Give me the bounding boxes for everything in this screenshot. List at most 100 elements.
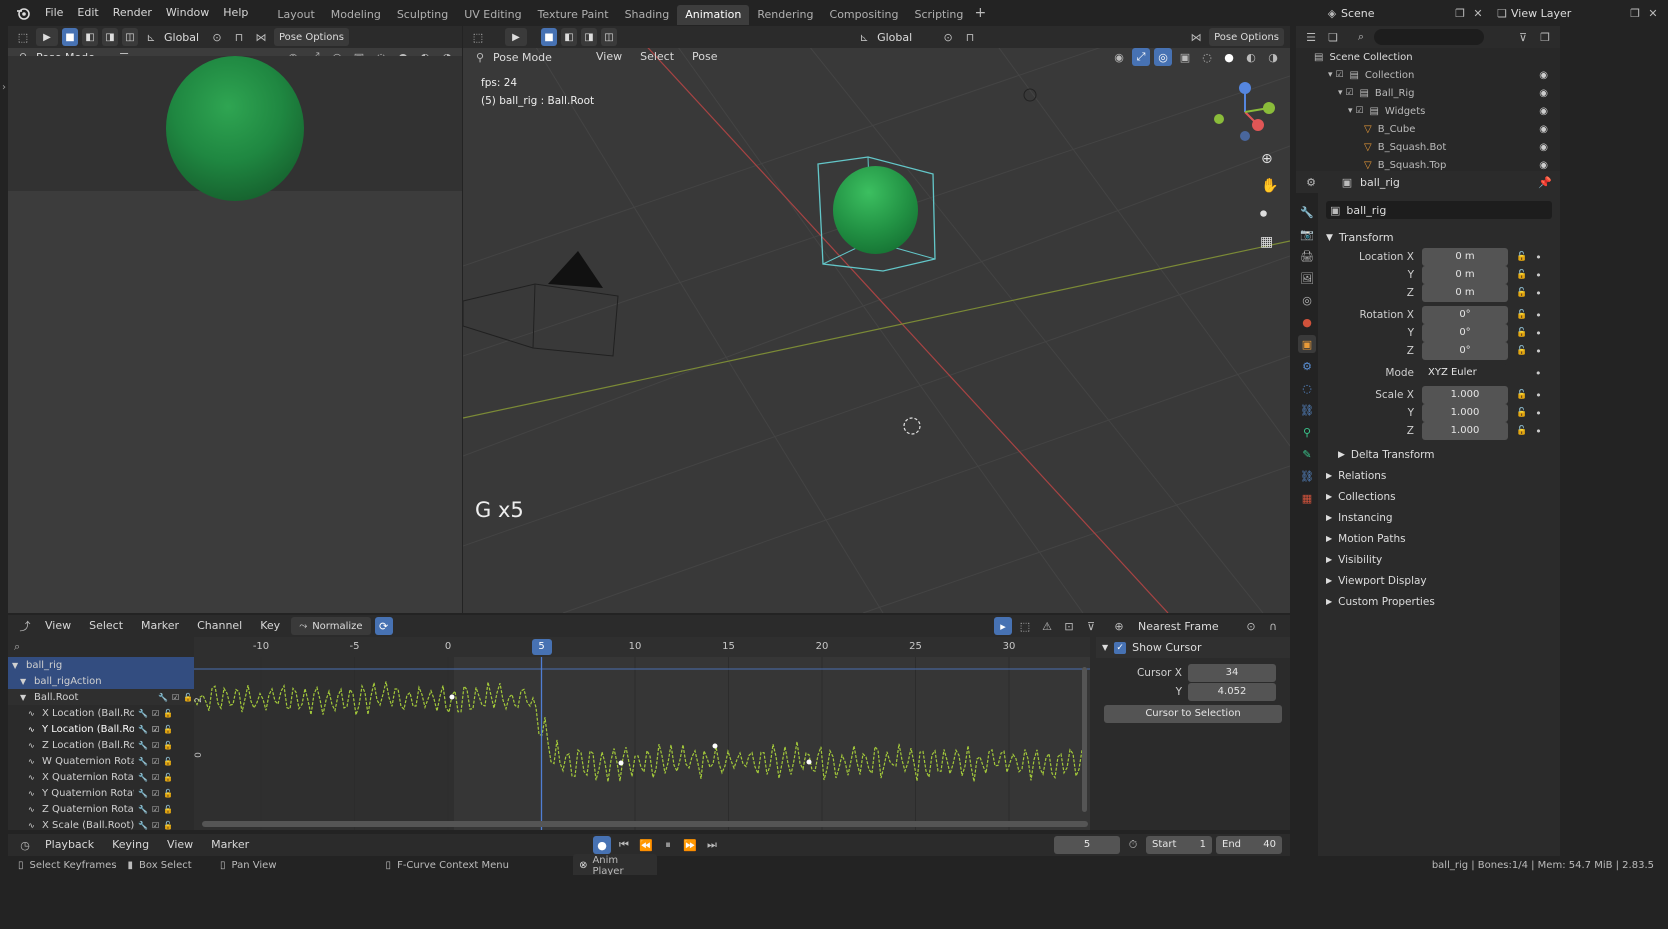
only-selected-icon[interactable]: ▸ [994,617,1012,635]
channel-row[interactable]: ▼ ball_rigAction [8,673,194,689]
tab-scripting[interactable]: Scripting [906,5,971,25]
outliner-search-input[interactable] [1374,29,1484,45]
new-view-layer-icon[interactable]: ❐ [1626,4,1644,22]
cursor-to-selection-button[interactable]: Cursor to Selection [1104,705,1282,723]
object-name-field[interactable]: ▣ ball_rig [1326,201,1552,219]
pause-icon[interactable]: ⏸ [659,836,677,854]
only-errors-icon[interactable]: ⚠ [1038,617,1056,635]
fcurve-icon[interactable]: ∿ [28,805,38,814]
checkbox-icon[interactable]: ☑ [152,805,159,814]
gizmo-icon[interactable]: ⤢ [1132,48,1150,66]
jump-prev-key-icon[interactable]: ⏪ [637,836,655,854]
lock-icon[interactable]: 🔓 [1516,288,1527,298]
lock-icon[interactable]: 🔓 [163,757,173,766]
select-mode-new-icon[interactable]: ■ [62,28,78,46]
new-scene-icon[interactable]: ❐ [1451,4,1469,22]
menu-render[interactable]: Render [106,0,159,26]
mirror-icon[interactable]: ⋈ [252,28,270,46]
select-mode-extend-icon[interactable]: ◧ [82,28,98,46]
channel-row[interactable]: ∿ Z Location (Ball.Root) 🔧 ☑ 🔓 [8,737,194,753]
lock-icon[interactable]: 🔓 [1516,346,1527,356]
transform-panel-header[interactable]: ▼ Transform [1326,227,1556,248]
output-tab-icon[interactable]: 🖨 [1298,247,1316,265]
timeline-editor-type-icon[interactable]: ◷ [16,836,34,854]
fcurve-icon[interactable]: ∿ [28,725,38,734]
cursor-x-field[interactable]: 34 [1188,664,1276,682]
show-cursor-checkbox[interactable]: ✓ [1114,641,1127,654]
snap-icon[interactable]: ⊓ [230,28,248,46]
select-mode-subtract-icon[interactable]: ◨ [102,28,118,46]
lock-icon[interactable]: 🔓 [1516,252,1527,262]
camera-view-icon[interactable]: ⏺ [1260,206,1267,222]
checkbox-icon[interactable]: ☑ [152,741,159,750]
graph-editor-type-icon[interactable]: ⤴ [16,617,34,635]
lock-icon[interactable]: 🔓 [1516,328,1527,338]
menu-pose[interactable]: Pose [685,48,724,66]
menu-channel[interactable]: Channel [190,613,249,639]
lock-icon[interactable]: 🔓 [163,741,173,750]
camera-collapse-icon[interactable]: › [2,82,6,93]
panel-viewport-display[interactable]: ▶ Viewport Display [1326,570,1556,591]
scale-z-field[interactable]: 1.000 [1422,422,1508,440]
keyframe-dot-icon[interactable]: • [1535,287,1542,300]
physics-tab-icon[interactable]: ◌ [1298,379,1316,397]
fcurve-icon[interactable]: ∿ [28,773,38,782]
rotation-z-field[interactable]: 0° [1422,342,1508,360]
end-frame-field[interactable]: End 40 [1216,836,1282,854]
select-mode-invert-icon[interactable]: ◫ [122,28,138,46]
scene-name[interactable]: Scene [1341,7,1451,20]
jump-end-icon[interactable]: ⏭ [703,836,721,854]
visibility-icon[interactable]: ◉ [1110,48,1128,66]
transform-orientation-value[interactable]: Global [164,31,204,44]
frame-ruler[interactable]: -10-5051015202530355 [194,637,1090,657]
modifier-tab-icon[interactable]: ⚙ [1298,357,1316,375]
current-frame-field[interactable]: 5 [1054,836,1120,854]
transform-orientation-value[interactable]: Global [877,31,935,44]
texture-tab-icon[interactable]: ▦ [1298,489,1316,507]
wrench-icon[interactable]: 🔧 [138,789,148,798]
pose-options-button[interactable]: Pose Options [274,28,349,46]
delta-transform-header[interactable]: ▶ Delta Transform [1326,444,1556,465]
lock-icon[interactable]: 🔓 [183,693,193,702]
channel-row[interactable]: ▼ Ball.Root 🔧 ☑ 🔓 [8,689,194,705]
tab-sculpting[interactable]: Sculpting [389,5,456,25]
select-tool-icon[interactable]: ▶ [505,28,527,46]
menu-key[interactable]: Key [253,613,287,639]
bone-tab-icon[interactable]: ✎ [1298,445,1316,463]
panel-relations[interactable]: ▶ Relations [1326,465,1556,486]
solid-shading-icon[interactable]: ● [1220,48,1238,66]
select-mode-new-icon[interactable]: ■ [541,28,557,46]
view-layer-name[interactable]: View Layer [1511,7,1626,20]
new-collection-icon[interactable]: ❐ [1536,28,1554,46]
rotation-y-field[interactable]: 0° [1422,324,1508,342]
channel-search[interactable]: ⌕ [8,637,194,657]
panel-custom-properties[interactable]: ▶ Custom Properties [1326,591,1556,612]
anim-player-badge[interactable]: ⊗ Anim Player [573,853,658,878]
transform-orientation-icon[interactable]: ⊾ [142,28,160,46]
keyframe-point[interactable] [449,694,455,700]
select-tool-icon[interactable]: ▶ [36,28,58,46]
panel-collections[interactable]: ▶ Collections [1326,486,1556,507]
tab-modeling[interactable]: Modeling [323,5,389,25]
snap-icon[interactable]: ⊓ [961,28,979,46]
current-frame-badge[interactable]: 5 [531,639,552,655]
select-mode-invert-icon[interactable]: ◫ [601,28,617,46]
scene-icon[interactable]: ◈ [1323,4,1341,22]
show-hidden-icon[interactable]: ⬚ [1016,617,1034,635]
view-layer-tab-icon[interactable]: 🖼 [1298,269,1316,287]
location-z-field[interactable]: 0 m [1422,284,1508,302]
tab-uv-editing[interactable]: UV Editing [456,5,529,25]
channel-row[interactable]: ∿ W Quaternion Rotation 🔧 ☑ 🔓 [8,753,194,769]
scene-tab-icon[interactable]: ◎ [1298,291,1316,309]
wireframe-shading-icon[interactable]: ◌ [1198,48,1216,66]
channel-row[interactable]: ∿ Z Quaternion Rotation 🔧 ☑ 🔓 [8,801,194,817]
display-mode-icon[interactable]: ❏ [1324,28,1342,46]
keyframe-dot-icon[interactable]: • [1535,367,1542,380]
panel-visibility[interactable]: ▶ Visibility [1326,549,1556,570]
keyframe-point[interactable] [618,760,624,766]
wrench-icon[interactable]: 🔧 [138,773,148,782]
vertical-scrollbar[interactable] [1082,667,1087,812]
select-mode-extend-icon[interactable]: ◧ [561,28,577,46]
panel-motion-paths[interactable]: ▶ Motion Paths [1326,528,1556,549]
wrench-icon[interactable]: 🔧 [158,693,168,702]
